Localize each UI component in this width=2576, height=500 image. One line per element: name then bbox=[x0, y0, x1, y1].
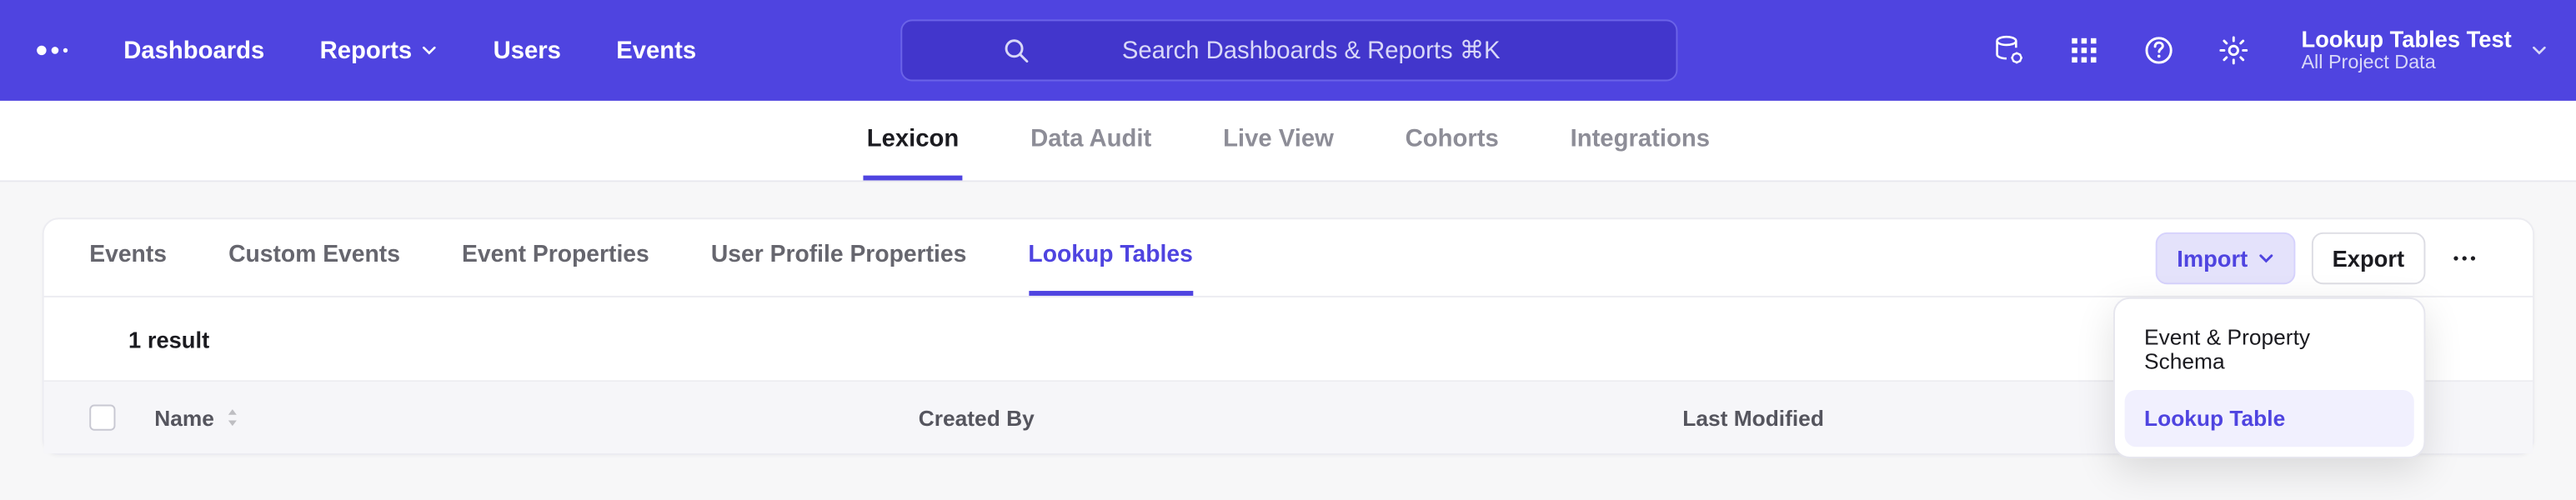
sort-icon bbox=[224, 408, 241, 427]
primary-nav: Dashboards Reports Users Events bbox=[123, 37, 696, 64]
tab-label: Event Properties bbox=[462, 242, 649, 268]
export-button[interactable]: Export bbox=[2311, 232, 2425, 283]
nav-events[interactable]: Events bbox=[616, 37, 696, 64]
nav-label: Reports bbox=[320, 37, 413, 64]
nav-reports[interactable]: Reports bbox=[320, 37, 439, 64]
project-switcher[interactable]: Lookup Tables Test All Project Data bbox=[2292, 26, 2548, 74]
chevron-down-icon bbox=[422, 42, 438, 59]
import-button[interactable]: Import bbox=[2156, 232, 2295, 283]
search-icon bbox=[1001, 36, 1030, 65]
search-input[interactable] bbox=[1047, 37, 1576, 64]
chevron-down-icon bbox=[2531, 42, 2548, 59]
project-title: Lookup Tables Test bbox=[2301, 26, 2511, 52]
tab-live-view[interactable]: Live View bbox=[1220, 101, 1337, 181]
tab-label: Lexicon bbox=[867, 124, 960, 152]
column-label: Name bbox=[154, 406, 214, 430]
section-tabs: Lexicon Data Audit Live View Cohorts Int… bbox=[0, 101, 2576, 182]
app-logo-icon[interactable] bbox=[29, 28, 75, 73]
column-header-created-by[interactable]: Created By bbox=[919, 406, 1683, 430]
lexicon-tab-event-properties[interactable]: Event Properties bbox=[462, 219, 649, 296]
tab-integrations[interactable]: Integrations bbox=[1567, 101, 1713, 181]
tab-label: Events bbox=[89, 242, 167, 268]
lexicon-tab-custom-events[interactable]: Custom Events bbox=[228, 219, 400, 296]
tab-data-audit[interactable]: Data Audit bbox=[1027, 101, 1155, 181]
lexicon-tab-lookup-tables[interactable]: Lookup Tables bbox=[1028, 219, 1192, 296]
lexicon-actions: Import Export bbox=[2156, 232, 2488, 283]
button-label: Export bbox=[2333, 244, 2404, 270]
chevron-down-icon bbox=[2258, 249, 2274, 266]
tab-cohorts[interactable]: Cohorts bbox=[1402, 101, 1502, 181]
project-subtitle: All Project Data bbox=[2301, 52, 2511, 75]
import-option-schema[interactable]: Event & Property Schema bbox=[2125, 308, 2414, 390]
tab-label: User Profile Properties bbox=[711, 242, 966, 268]
top-nav: Dashboards Reports Users Events bbox=[0, 0, 2576, 101]
tab-label: Data Audit bbox=[1030, 124, 1151, 152]
database-settings-icon[interactable] bbox=[1992, 34, 2025, 67]
lexicon-card: Events Custom Events Event Properties Us… bbox=[43, 218, 2534, 455]
more-horizontal-icon bbox=[2450, 243, 2479, 272]
button-label: Import bbox=[2177, 244, 2248, 270]
global-search[interactable] bbox=[900, 19, 1676, 81]
column-header-name[interactable]: Name bbox=[154, 406, 919, 430]
lexicon-tab-user-profile-properties[interactable]: User Profile Properties bbox=[711, 219, 966, 296]
import-option-lookup-table[interactable]: Lookup Table bbox=[2125, 389, 2414, 446]
tab-label: Lookup Tables bbox=[1028, 242, 1192, 268]
column-label: Created By bbox=[919, 406, 1035, 430]
option-label: Lookup Table bbox=[2144, 406, 2285, 430]
result-count-text: 1 result bbox=[128, 326, 209, 352]
option-label: Event & Property Schema bbox=[2144, 324, 2310, 373]
nav-label: Users bbox=[494, 37, 561, 64]
tab-label: Custom Events bbox=[228, 242, 400, 268]
import-dropdown: Event & Property Schema Lookup Table bbox=[2113, 297, 2425, 458]
help-icon[interactable] bbox=[2142, 34, 2174, 67]
lexicon-subtabs-row: Events Custom Events Event Properties Us… bbox=[44, 219, 2533, 298]
nav-label: Dashboards bbox=[123, 37, 264, 64]
nav-label: Events bbox=[616, 37, 696, 64]
tab-lexicon[interactable]: Lexicon bbox=[864, 101, 962, 181]
lexicon-tab-events[interactable]: Events bbox=[89, 219, 167, 296]
tab-label: Live View bbox=[1223, 124, 1334, 152]
nav-dashboards[interactable]: Dashboards bbox=[123, 37, 264, 64]
tab-label: Integrations bbox=[1571, 124, 1710, 152]
nav-users[interactable]: Users bbox=[494, 37, 561, 64]
tab-label: Cohorts bbox=[1406, 124, 1499, 152]
more-actions-button[interactable] bbox=[2442, 232, 2488, 283]
top-nav-right: Lookup Tables Test All Project Data bbox=[1992, 26, 2548, 74]
settings-gear-icon[interactable] bbox=[2217, 34, 2249, 67]
column-label: Last Modified bbox=[1682, 406, 1824, 430]
select-all-checkbox[interactable] bbox=[89, 405, 115, 431]
apps-grid-icon[interactable] bbox=[2067, 34, 2100, 67]
